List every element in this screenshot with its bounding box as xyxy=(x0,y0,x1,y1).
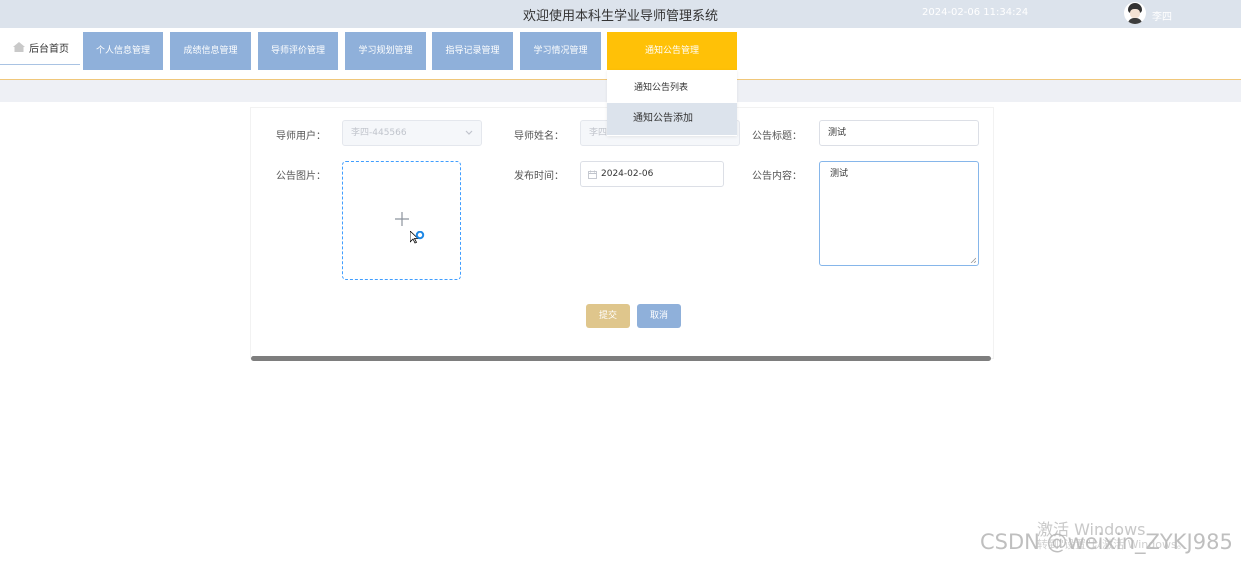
datetime-display: 2024-02-06 11:34:24 xyxy=(922,7,1029,18)
announcement-content-textarea[interactable]: 测试 xyxy=(819,161,979,266)
announcement-title-value: 测试 xyxy=(828,128,847,138)
plus-icon xyxy=(395,212,409,226)
loading-cursor-icon xyxy=(410,231,425,244)
submit-button[interactable]: 提交 xyxy=(586,304,630,328)
dropdown-item-announcement-add[interactable]: 通知公告添加 xyxy=(607,103,737,135)
tutor-name-label: 导师姓名： xyxy=(514,131,564,142)
announcement-title-label: 公告标题： xyxy=(752,131,802,142)
tutor-user-select: 李四-445566 xyxy=(342,120,482,146)
dropdown-item-announcement-list[interactable]: 通知公告列表 xyxy=(607,72,737,104)
nav-tab-study-plan[interactable]: 学习规划管理 xyxy=(345,32,426,70)
publish-date-label: 发布时间： xyxy=(514,171,564,182)
nav-tab-tutor-evaluation[interactable]: 导师评价管理 xyxy=(258,32,338,70)
tutor-user-value: 李四-445566 xyxy=(351,128,407,138)
image-upload-area[interactable] xyxy=(342,161,461,280)
nav-tab-announcements[interactable]: 通知公告管理 xyxy=(607,32,737,70)
cancel-button[interactable]: 取消 xyxy=(637,304,681,328)
nav-home-label: 后台首页 xyxy=(29,44,69,55)
nav-tab-grades[interactable]: 成绩信息管理 xyxy=(170,32,251,70)
announcement-content-value: 测试 xyxy=(830,169,849,179)
publish-date-picker[interactable]: 2024-02-06 xyxy=(580,161,724,187)
csdn-watermark: CSDN @weixin_ZYKJ985 xyxy=(980,530,1233,554)
app-title: 欢迎使用本科生学业导师管理系统 xyxy=(522,9,718,24)
username[interactable]: 李四 xyxy=(1152,8,1172,23)
tutor-user-label: 导师用户： xyxy=(276,131,326,142)
home-icon xyxy=(13,42,25,52)
user-avatar[interactable] xyxy=(1124,2,1146,24)
horizontal-scrollbar[interactable] xyxy=(251,356,991,361)
announcement-image-label: 公告图片： xyxy=(276,171,326,182)
publish-date-value: 2024-02-06 xyxy=(601,169,654,179)
announcement-title-input[interactable]: 测试 xyxy=(819,120,979,146)
announcement-dropdown-menu: 通知公告列表 通知公告添加 xyxy=(607,70,737,136)
calendar-icon xyxy=(588,170,597,179)
resize-handle-icon[interactable] xyxy=(970,257,976,263)
nav-tab-study-status[interactable]: 学习情况管理 xyxy=(520,32,601,70)
announcement-content-label: 公告内容： xyxy=(752,171,802,182)
nav-home[interactable]: 后台首页 xyxy=(0,34,80,65)
nav-tab-guidance-records[interactable]: 指导记录管理 xyxy=(432,32,513,70)
chevron-down-icon xyxy=(465,130,473,135)
tutor-name-value: 李四 xyxy=(589,128,608,138)
nav-tab-personal-info[interactable]: 个人信息管理 xyxy=(83,32,163,70)
